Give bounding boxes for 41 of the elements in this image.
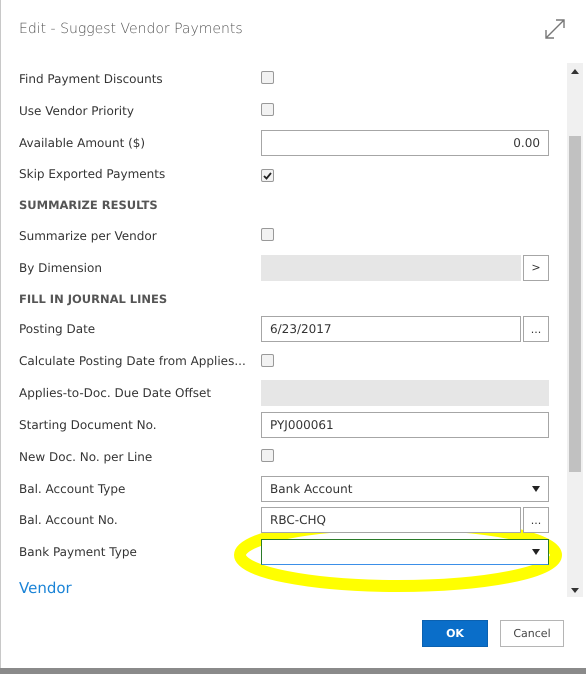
dropdown-field[interactable]: Bank Account	[261, 476, 549, 502]
section-heading: FILL IN JOURNAL LINES	[19, 292, 168, 306]
field-label: Starting Document No.	[19, 418, 158, 432]
input-field[interactable]: PYJ000061	[261, 412, 549, 438]
checkbox[interactable]	[261, 228, 274, 242]
field-label: Find Payment Discounts	[19, 72, 164, 86]
lookup-button[interactable]: ...	[523, 316, 549, 342]
field-label: Calculate Posting Date from Applies...	[19, 354, 247, 368]
field-label: By Dimension	[19, 260, 103, 275]
section-heading: SUMMARIZE RESULTS	[19, 198, 158, 212]
checkbox[interactable]	[261, 103, 274, 116]
dropdown-field[interactable]	[261, 539, 549, 566]
input-field[interactable]: 0.00	[261, 130, 549, 156]
ok-button[interactable]: OK	[422, 620, 488, 647]
field-label: Available Amount ($)	[19, 136, 146, 150]
field-label: Bal. Account Type	[19, 482, 126, 496]
checkbox[interactable]	[261, 354, 274, 367]
field-label: Applies-to-Doc. Due Date Offset	[19, 386, 212, 400]
input-field[interactable]: 6/23/2017	[261, 316, 521, 342]
scroll-down-icon[interactable]	[571, 588, 579, 593]
field-label: Bal. Account No.	[19, 513, 119, 528]
field-label: Posting Date	[19, 322, 96, 336]
field-label: New Doc. No. per Line	[19, 450, 154, 464]
checkbox[interactable]	[261, 449, 274, 462]
lookup-button[interactable]: ...	[523, 507, 549, 534]
field-label: Summarize per Vendor	[19, 228, 158, 243]
input-field[interactable]: RBC-CHQ	[261, 507, 521, 534]
cancel-button[interactable]: Cancel	[500, 620, 564, 647]
field-label: Use Vendor Priority	[19, 104, 135, 118]
vendor-section-link[interactable]: Vendor	[19, 579, 567, 597]
checkbox[interactable]	[261, 71, 274, 84]
dialog-title: Edit - Suggest Vendor Payments	[19, 21, 243, 37]
scrollbar[interactable]	[567, 63, 583, 597]
field-label: Skip Exported Payments	[19, 167, 166, 182]
lookup-button[interactable]: >	[523, 254, 549, 281]
dropdown-caret-icon	[532, 549, 540, 556]
expand-icon[interactable]	[544, 18, 566, 40]
checkbox[interactable]	[261, 169, 274, 182]
scroll-up-icon[interactable]	[571, 69, 579, 74]
dropdown-caret-icon	[532, 486, 540, 492]
field-label: Bank Payment Type	[19, 545, 138, 560]
